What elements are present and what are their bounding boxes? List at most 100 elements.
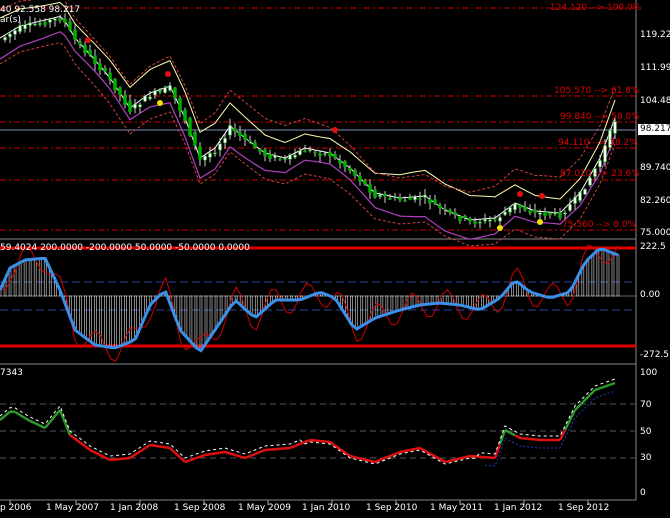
candle-body [613,121,617,134]
fib-label: 124.120 --> 100.0% [550,3,642,13]
rsi-tick: 30 [640,453,652,463]
rsi-segment [0,414,6,421]
rsi-segment [114,457,121,461]
rsi-segment [414,446,421,451]
rsi-segment [364,458,371,463]
candle-body [313,151,317,154]
cci-histogram-bar [214,295,218,329]
candle-body [23,24,27,29]
rsi-tick: 70 [640,400,652,410]
candle-body [458,215,462,221]
candle-body [143,95,147,102]
rsi-segment [149,443,156,447]
price-tick: 89.740 [640,163,670,173]
candle-body [423,194,427,198]
cci-histogram-bar [189,295,193,343]
rsi-segment [404,448,411,453]
candle-body [28,22,32,26]
time-tick: 1 Sep 2012 [558,503,610,513]
cci-histogram-bar [119,295,122,347]
candle-body [98,63,102,71]
candle-body [363,180,367,185]
rsi-segment [604,383,611,388]
fractal-marker [165,71,171,77]
candle-body [228,125,232,136]
candle-body [348,167,352,171]
cci-main-line [0,247,619,353]
rsi-segment [439,458,446,464]
rsi-segment [219,450,226,454]
cci-histogram-bar [355,295,359,330]
candle-body [243,133,247,140]
cci-histogram-bar [395,295,399,312]
rsi-segment [164,446,171,450]
upper-band-line [0,1,616,200]
fractal-marker [332,127,338,133]
candle-body [283,158,287,160]
rsi-segment [534,438,541,442]
rsi-segment [63,422,72,436]
cci-histogram-bar [586,259,590,297]
rsi-segment [434,455,441,461]
candle-body [353,169,357,176]
rsi-segment [224,450,231,455]
time-tick: 1 Jan 2010 [302,503,351,513]
candle-body [483,219,487,222]
cci-histogram-bar [360,295,364,327]
rsi-segment [159,445,166,449]
candle-body [333,153,337,159]
candle-body [278,158,282,161]
candle-body [398,197,402,201]
rsi-segment [399,449,406,454]
rsi-segment [609,381,616,386]
rsi-segment [199,453,206,458]
candle-body [43,21,47,26]
cci-histogram-bar [94,295,97,346]
rsi-segment [329,440,336,447]
rsi-tick: 100 [640,368,658,378]
rsi-segment [504,428,511,434]
candle-body [378,194,382,197]
rsi-segment [529,437,536,441]
rsi-segment [144,443,151,450]
cci-histogram-bar [114,295,117,349]
fib-label: 75.560 --> 0.0% [562,220,637,230]
candle-body [208,153,212,158]
rsi-segment [14,410,21,417]
candle-body [308,149,312,151]
candle-body [393,196,397,199]
candle-body [288,154,292,160]
candle-body [503,211,507,215]
rsi-segment [209,452,216,456]
cci-histogram-bar [109,295,112,348]
candle-body [153,90,157,96]
candle-body [343,161,347,168]
candle-body [13,30,17,35]
rsi-segment [514,434,521,440]
signal-dot [157,100,163,106]
fib-label: 94.110 --> 38.2% [558,138,638,148]
time-tick: 1 Sep 2010 [366,503,418,513]
cci-histogram-bar [365,295,369,324]
rsi-segment [599,385,606,390]
indicator-label: ar(s) [0,15,21,25]
rsi-segment [519,436,526,440]
rsi-tick: 50 [640,427,652,437]
candle-body [418,198,422,200]
rsi-segment [509,431,516,437]
rsi-segment [359,457,366,461]
cci-tick: 222.5 [640,242,666,252]
candle-body [203,155,207,161]
cci-histogram-bar [84,295,87,339]
current-price-marker: 98.217 [638,124,670,135]
rsi-segment [234,453,241,458]
candle-body [188,118,192,136]
candle-body [68,21,72,31]
candle-body [178,98,182,112]
fib-label: 87.020 --> 23.6% [560,169,640,179]
cci-histogram-bar [204,295,208,344]
chart-canvas[interactable] [0,0,670,518]
rsi-segment [309,438,316,442]
cci-histogram-bar [611,252,615,297]
candle-body [78,41,82,45]
